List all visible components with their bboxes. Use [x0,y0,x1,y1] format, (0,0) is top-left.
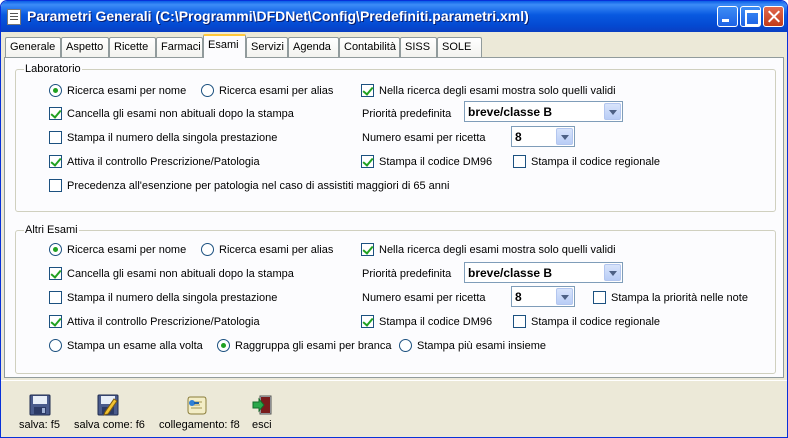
altri-radio-alias-label[interactable]: Ricerca esami per alias [219,244,333,257]
lab-dm96-checkbox[interactable] [361,155,374,168]
lab-dm96-label[interactable]: Stampa il codice DM96 [379,156,492,169]
tab-siss[interactable]: SISS [400,37,437,57]
scroll-link-icon [187,396,207,415]
altri-radio-uno-label[interactable]: Stampa un esame alla volta [67,340,203,353]
lab-attiva-checkbox[interactable] [49,155,62,168]
altri-radio-insieme[interactable] [399,339,412,352]
altri-priorita-value: breve/classe B [468,266,553,280]
lab-numero-value: 8 [515,130,522,144]
lab-priorita-label: Priorità predefinita [362,108,452,120]
altri-stampa-numero-checkbox[interactable] [49,291,62,304]
floppy-disk-icon [29,394,51,416]
tab-sole[interactable]: SOLE [437,37,482,57]
group-laboratorio-legend: Laboratorio [24,63,82,75]
altri-numero-select[interactable]: 8 [511,286,575,307]
app-icon[interactable] [7,9,21,25]
close-button[interactable] [763,6,784,27]
altri-radio-raggruppa-label[interactable]: Raggruppa gli esami per branca [235,340,392,353]
bottom-toolbar: salva: f5 salva come: f6 collegamento: f… [1,380,787,437]
altri-validi-checkbox[interactable] [361,243,374,256]
altri-priorita-label: Priorità predefinita [362,268,452,280]
maximize-button[interactable] [740,6,761,27]
tab-contabilita[interactable]: Contabilità [339,37,400,57]
group-altri-esami-legend: Altri Esami [24,224,79,236]
lab-attiva-label[interactable]: Attiva il controllo Prescrizione/Patolog… [67,156,260,169]
altri-priorita-select[interactable]: breve/classe B [464,262,623,283]
lab-radio-alias[interactable] [201,84,214,97]
altri-dm96-label[interactable]: Stampa il codice DM96 [379,316,492,329]
link-label: collegamento: f8 [159,419,240,431]
altri-radio-insieme-label[interactable]: Stampa più esami insieme [417,340,546,353]
link-button[interactable]: collegamento: f8 [157,381,245,437]
altri-validi-label[interactable]: Nella ricerca degli esami mostra solo qu… [379,244,616,257]
altri-regionale-checkbox[interactable] [513,315,526,328]
exit-label: esci [252,419,272,431]
lab-precedenza-label[interactable]: Precedenza all'esenzione per patologia n… [67,180,449,193]
altri-radio-nome[interactable] [49,243,62,256]
lab-numero-label: Numero esami per ricetta [362,132,486,144]
floppy-pencil-icon [97,394,119,416]
title-bar[interactable]: Parametri Generali (C:\Programmi\DFDNet\… [1,1,787,32]
lab-stampa-numero-checkbox[interactable] [49,131,62,144]
altri-numero-label: Numero esami per ricetta [362,292,486,304]
lab-priorita-value: breve/classe B [468,105,553,119]
lab-numero-select[interactable]: 8 [511,126,575,147]
lab-cancella-label[interactable]: Cancella gli esami non abituali dopo la … [67,108,294,121]
altri-radio-nome-label[interactable]: Ricerca esami per nome [67,244,186,257]
altri-radio-alias[interactable] [201,243,214,256]
altri-cancella-label[interactable]: Cancella gli esami non abituali dopo la … [67,268,294,281]
lab-precedenza-checkbox[interactable] [49,179,62,192]
save-label: salva: f5 [19,419,60,431]
altri-attiva-checkbox[interactable] [49,315,62,328]
window: Parametri Generali (C:\Programmi\DFDNet\… [0,0,788,438]
lab-radio-nome[interactable] [49,84,62,97]
tab-agenda[interactable]: Agenda [288,37,339,57]
altri-priorita-note-checkbox[interactable] [593,291,606,304]
exit-door-icon [252,395,272,415]
lab-stampa-numero-label[interactable]: Stampa il numero della singola prestazio… [67,132,277,145]
chevron-down-icon[interactable] [604,264,621,281]
window-title: Parametri Generali (C:\Programmi\DFDNet\… [27,8,529,24]
lab-priorita-select[interactable]: breve/classe B [464,101,623,122]
chevron-down-icon[interactable] [604,103,621,120]
tab-ricette[interactable]: Ricette [109,37,156,57]
tab-esami[interactable]: Esami [203,34,246,58]
altri-priorita-note-label[interactable]: Stampa la priorità nelle note [611,292,748,305]
lab-validi-label[interactable]: Nella ricerca degli esami mostra solo qu… [379,85,616,98]
save-button[interactable]: salva: f5 [15,381,65,437]
altri-cancella-checkbox[interactable] [49,267,62,280]
tab-generale[interactable]: Generale [5,37,61,57]
chevron-down-icon[interactable] [556,288,573,305]
altri-radio-uno[interactable] [49,339,62,352]
chevron-down-icon[interactable] [556,128,573,145]
altri-stampa-numero-label[interactable]: Stampa il numero della singola prestazio… [67,292,277,305]
lab-validi-checkbox[interactable] [361,84,374,97]
altri-radio-raggruppa[interactable] [217,339,230,352]
lab-cancella-checkbox[interactable] [49,107,62,120]
lab-regionale-checkbox[interactable] [513,155,526,168]
lab-regionale-label[interactable]: Stampa il codice regionale [531,156,660,169]
minimize-button[interactable] [717,6,738,27]
lab-radio-alias-label[interactable]: Ricerca esami per alias [219,85,333,98]
exit-button[interactable]: esci [249,381,279,437]
tab-aspetto[interactable]: Aspetto [61,37,109,57]
tab-farmaci[interactable]: Farmaci [156,37,203,57]
altri-regionale-label[interactable]: Stampa il codice regionale [531,316,660,329]
lab-radio-nome-label[interactable]: Ricerca esami per nome [67,85,186,98]
tab-panel-esami: Laboratorio Ricerca esami per nome Ricer… [4,57,784,378]
altri-dm96-checkbox[interactable] [361,315,374,328]
save-as-button[interactable]: salva come: f6 [71,381,151,437]
altri-numero-value: 8 [515,290,522,304]
save-as-label: salva come: f6 [74,419,145,431]
altri-attiva-label[interactable]: Attiva il controllo Prescrizione/Patolog… [67,316,260,329]
tab-servizi[interactable]: Servizi [246,37,288,57]
